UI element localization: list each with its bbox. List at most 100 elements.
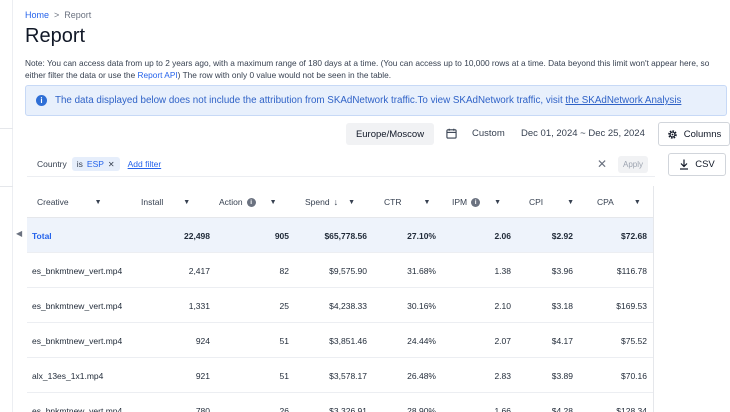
cell-install: 2,417	[188, 265, 210, 276]
date-range-type[interactable]: Custom	[472, 128, 505, 139]
cell-ctr: 28.90%	[407, 405, 436, 412]
breadcrumb-current: Report	[64, 10, 92, 20]
column-header-creative[interactable]: Creative ▼	[37, 186, 102, 218]
timezone-selector[interactable]: Europe/Moscow	[346, 123, 434, 145]
column-header-spend[interactable]: Spend ↓ ▼	[305, 186, 355, 218]
cell-creative: es_bnkmtnew_vert.mp4	[32, 265, 123, 276]
column-header-ctr[interactable]: CTR ▼	[384, 186, 430, 218]
sort-desc-icon[interactable]: ↓	[334, 197, 339, 207]
dropdown-caret-icon[interactable]: ▼	[567, 199, 574, 206]
breadcrumb-home-link[interactable]: Home	[25, 10, 49, 20]
cell-ipm: 2.83	[494, 370, 511, 381]
cell-action: 905	[274, 230, 289, 241]
column-header-label: CPA	[597, 197, 614, 207]
cell-spend: $4,238.33	[329, 300, 367, 311]
csv-export-button[interactable]: CSV	[668, 153, 726, 176]
info-icon: i	[36, 95, 47, 106]
cell-ipm: 2.07	[494, 335, 511, 346]
cell-cpa: $72.68	[621, 230, 647, 241]
cell-ipm: 2.06	[494, 230, 511, 241]
filter-bar: Country is ESP ✕ Add filter	[27, 152, 655, 177]
column-header-label: Install	[141, 197, 164, 207]
column-header-cpa[interactable]: CPA ▼	[597, 186, 641, 218]
column-header-label: CPI	[529, 197, 544, 207]
column-header-label: Action	[219, 197, 243, 207]
calendar-icon[interactable]	[446, 128, 457, 139]
cell-ctr: 30.16%	[407, 300, 436, 311]
breadcrumb-separator: >	[54, 10, 60, 20]
table-total-row: Total 22,498 905 $65,778.56 27.10% 2.06 …	[27, 218, 653, 253]
cell-cpa: $75.52	[621, 335, 647, 346]
apply-button[interactable]: Apply	[618, 156, 648, 173]
column-header-install[interactable]: Install ▼	[141, 186, 190, 218]
cell-install: 780	[195, 405, 210, 412]
cell-creative: Total	[32, 230, 52, 241]
dropdown-caret-icon[interactable]: ▼	[270, 199, 277, 206]
cell-spend: $9,575.90	[329, 265, 367, 276]
dropdown-caret-icon[interactable]: ▼	[494, 199, 501, 206]
column-header-label: Spend	[305, 197, 330, 207]
banner-message: The data displayed below does not includ…	[55, 95, 566, 106]
cell-ctr: 27.10%	[407, 230, 436, 241]
date-range-picker[interactable]: Dec 01, 2024 ~ Dec 25, 2024	[521, 128, 645, 139]
cell-action: 25	[279, 300, 289, 311]
table-header-row: Creative ▼ Install ▼ Action i ▼ Spend ↓ …	[27, 186, 653, 218]
clear-filters-icon[interactable]: ✕	[597, 158, 607, 170]
filter-field-label: Country	[37, 159, 67, 169]
cell-cpa: $116.78	[616, 265, 647, 276]
cell-ipm: 1.66	[494, 405, 511, 412]
skadnetwork-analysis-link[interactable]: the SKAdNetwork Analysis	[565, 95, 681, 106]
table-row[interactable]: alx_13es_1x1.mp4 921 51 $3,578.17 26.48%…	[27, 358, 653, 393]
cell-install: 22,498	[184, 230, 210, 241]
data-limit-note: Note: You can access data from up to 2 y…	[25, 57, 725, 81]
cell-spend: $3,578.17	[329, 370, 367, 381]
info-icon[interactable]: i	[471, 197, 481, 207]
table-row[interactable]: es_bnkmtnew_vert.mp4 924 51 $3,851.46 24…	[27, 323, 653, 358]
csv-button-label: CSV	[695, 159, 715, 170]
column-header-ipm[interactable]: IPM i ▼	[452, 186, 501, 218]
cell-creative: es_bnkmtnew_vert.mp4	[32, 405, 123, 412]
report-api-link[interactable]: Report API	[138, 70, 178, 80]
cell-install: 924	[195, 335, 210, 346]
filter-value: ESP	[86, 159, 104, 169]
table-row[interactable]: es_bnkmtnew_vert.mp4 1,331 25 $4,238.33 …	[27, 288, 653, 323]
breadcrumb: Home > Report	[25, 10, 91, 20]
download-icon	[680, 159, 689, 170]
add-filter-link[interactable]: Add filter	[128, 159, 162, 169]
cell-cpi: $2.92	[551, 230, 573, 241]
dropdown-caret-icon[interactable]: ▼	[183, 199, 190, 206]
cell-action: 26	[279, 405, 289, 412]
column-header-label: CTR	[384, 197, 402, 207]
remove-filter-icon[interactable]: ✕	[108, 160, 115, 169]
cell-action: 51	[279, 335, 289, 346]
left-rail-divider	[0, 128, 13, 129]
cell-ipm: 2.10	[494, 300, 511, 311]
cell-cpi: $3.96	[551, 265, 573, 276]
columns-button-label: Columns	[683, 128, 722, 140]
collapse-left-icon[interactable]: ◀	[16, 229, 24, 239]
note-text-end: ) The row with only 0 value would not be…	[177, 70, 392, 80]
cell-install: 921	[195, 370, 210, 381]
table-divider	[653, 186, 654, 412]
cell-ctr: 24.44%	[407, 335, 436, 346]
report-table: Creative ▼ Install ▼ Action i ▼ Spend ↓ …	[27, 186, 653, 412]
column-header-action[interactable]: Action i ▼	[219, 186, 277, 218]
column-header-cpi[interactable]: CPI ▼	[529, 186, 574, 218]
cell-ipm: 1.38	[494, 265, 511, 276]
cell-action: 51	[279, 370, 289, 381]
cell-cpa: $70.16	[621, 370, 647, 381]
filter-chip-country[interactable]: is ESP ✕	[71, 157, 120, 171]
cell-spend: $3,326.91	[329, 405, 367, 412]
column-header-label: IPM	[452, 197, 468, 207]
cell-ctr: 26.48%	[407, 370, 436, 381]
table-row[interactable]: es_bnkmtnew_vert.mp4 2,417 82 $9,575.90 …	[27, 253, 653, 288]
column-header-label: Creative	[37, 197, 69, 207]
dropdown-caret-icon[interactable]: ▼	[95, 199, 102, 206]
columns-button[interactable]: Columns	[658, 122, 730, 146]
cell-spend: $65,778.56	[324, 230, 367, 241]
dropdown-caret-icon[interactable]: ▼	[634, 199, 641, 206]
table-row[interactable]: es_bnkmtnew_vert.mp4 780 26 $3,326.91 28…	[27, 393, 653, 412]
dropdown-caret-icon[interactable]: ▼	[348, 199, 355, 206]
info-icon[interactable]: i	[246, 197, 256, 207]
dropdown-caret-icon[interactable]: ▼	[423, 199, 430, 206]
